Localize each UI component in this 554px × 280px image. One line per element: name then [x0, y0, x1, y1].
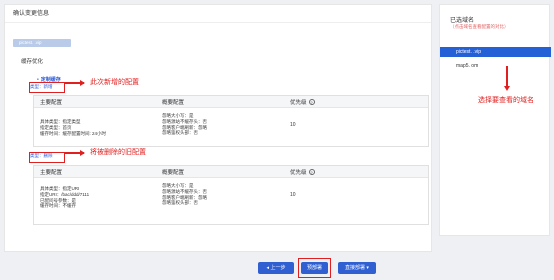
arrow-select-domain	[504, 66, 509, 91]
domain-tag: pictest. .vip	[13, 39, 71, 47]
direct-deploy-button[interactable]: 直接部署 ▾	[338, 262, 376, 274]
annotation-old-config: 将被删除的旧配置	[90, 149, 146, 156]
header-priority: 优先级?	[290, 99, 315, 106]
previous-step-button[interactable]: ◂ 上一步	[258, 262, 294, 274]
header-summary: 概要配置	[162, 169, 185, 176]
table-header: 主要配置 概要配置 优先级?	[34, 166, 428, 178]
selected-domains-panel: 已选域名 （点击域名查看配置的对比） pictest. .vip map5. o…	[439, 4, 551, 236]
cell-line: 缓存时间：缓存配置时间: 24小时	[40, 130, 107, 136]
annotation-new-config: 此次新增的配置	[90, 79, 139, 86]
summary-config-cell: 忽略大小写：是 忽略源站不缓存头：否 忽略客户端刷新：忽略 忽略鉴权头部：否	[162, 113, 290, 137]
priority-cell: 10	[290, 192, 296, 198]
old-config-table: 主要配置 概要配置 优先级? 具体类型：指定URI 指定URI：/bac/ddd…	[33, 165, 429, 225]
cell-line: 忽略鉴权头部：否	[162, 130, 198, 136]
main-config-cell: 具体类型：指定类型 指定类型：首页 缓存时间：缓存配置时间: 24小时	[34, 113, 162, 137]
new-config-table: 主要配置 概要配置 优先级? 具体类型：指定类型 指定类型：首页 缓存时间：缓存…	[33, 95, 429, 147]
section-heading: 缓存优化	[21, 59, 44, 65]
help-icon[interactable]: ?	[308, 169, 315, 176]
table-header: 主要配置 概要配置 优先级?	[34, 96, 428, 108]
side-hint: （点击域名查看配置的对比）	[450, 24, 509, 29]
table-row: 具体类型：指定URI 指定URI：/bac/ddd/7111 已配问号参数：是 …	[34, 178, 428, 209]
side-title: 已选域名	[450, 18, 475, 24]
highlight-box-deleted	[29, 152, 65, 163]
domain-item-active[interactable]: pictest. .vip	[440, 47, 551, 57]
panel-title: 确认变更信息	[5, 5, 431, 23]
cell-line: 忽略鉴权头部：否	[162, 200, 198, 206]
summary-config-cell: 忽略大小写：是 忽略源站不缓存头：否 忽略客户端刷新：忽略 忽略鉴权头部：否	[162, 183, 290, 209]
header-summary: 概要配置	[162, 99, 185, 106]
domain-list: pictest. .vip map5. om	[440, 47, 551, 71]
domain-item[interactable]: map5. om	[440, 61, 551, 71]
help-icon[interactable]: ?	[308, 99, 315, 106]
annotation-select-domain: 选择要查看的域名	[478, 97, 534, 104]
main-config-cell: 具体类型：指定URI 指定URI：/bac/ddd/7111 已配问号参数：是 …	[34, 183, 162, 209]
pre-deploy-button[interactable]: 预部署	[301, 262, 328, 274]
cell-line: 缓存时间：不缓存	[40, 203, 76, 209]
header-main: 主要配置	[40, 169, 63, 176]
priority-cell: 10	[290, 122, 296, 128]
table-row: 具体类型：指定类型 指定类型：首页 缓存时间：缓存配置时间: 24小时 忽略大小…	[34, 108, 428, 137]
header-main: 主要配置	[40, 99, 63, 106]
custom-cache-config: 定制缓存 类型：新增 主要配置 概要配置 优先级? 具体类型：指定类型 指定类型…	[27, 71, 433, 247]
header-priority: 优先级?	[290, 169, 315, 176]
arrow-new-config	[64, 80, 85, 85]
arrow-old-config	[64, 150, 85, 155]
highlight-box-added	[29, 82, 65, 93]
change-confirm-panel: 确认变更信息 pictest. .vip 缓存优化 定制缓存 类型：新增 主要配…	[4, 4, 432, 252]
